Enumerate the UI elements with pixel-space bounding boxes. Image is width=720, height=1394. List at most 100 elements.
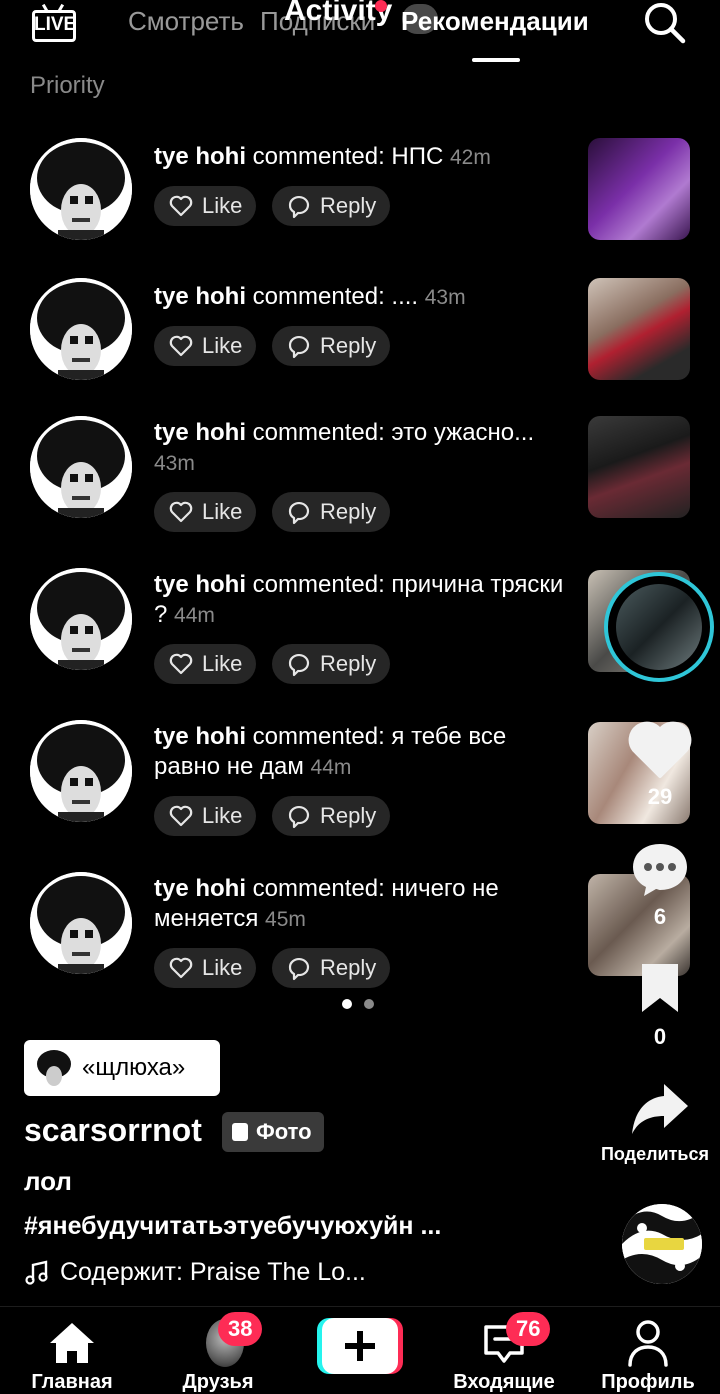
like-label: Like [202, 955, 243, 980]
heart-outline-icon [169, 501, 193, 523]
comment-text: tye hohi commented: НПС 42m [154, 142, 574, 173]
like-button[interactable]: Like [154, 186, 256, 226]
heart-outline-icon [169, 195, 193, 217]
like-button[interactable]: Like [154, 796, 256, 836]
reply-bubble-icon [288, 335, 310, 359]
photo-badge: Фото [222, 1112, 324, 1152]
comment-time: 44m [174, 604, 215, 627]
nav-profile[interactable]: Профиль [578, 1307, 718, 1393]
avatar[interactable] [30, 568, 132, 670]
music-disc[interactable] [622, 1204, 702, 1284]
inbox-badge: 76 [506, 1312, 551, 1346]
share-arrow-icon[interactable] [630, 1080, 690, 1136]
like-label: Like [202, 333, 243, 358]
tab-recommendations[interactable]: Рекомендации [401, 6, 589, 37]
heart-outline-icon [169, 653, 193, 675]
comment-username[interactable]: tye hohi [154, 143, 246, 170]
profile-icon [628, 1320, 668, 1367]
creator-avatar[interactable] [604, 572, 714, 682]
live-label: LIVE [34, 14, 77, 35]
comment-text: tye hohi commented: это ужасно... 43m [154, 418, 574, 479]
like-button[interactable]: Like [154, 492, 256, 532]
comment-text: tye hohi commented: я тебе все равно не … [154, 722, 574, 783]
reply-button[interactable]: Reply [272, 948, 390, 988]
nav-inbox-label: Входящие [453, 1371, 555, 1393]
post-thumbnail[interactable] [588, 278, 690, 380]
comment-username[interactable]: tye hohi [154, 875, 246, 902]
comment-text: tye hohi commented: ничего не меняется 4… [154, 874, 574, 935]
reply-label: Reply [320, 193, 377, 218]
saves-count: 0 [653, 1024, 667, 1049]
avatar[interactable] [30, 278, 132, 380]
post-hashtags[interactable]: #янебудучитатьэтуебучуюхуйн ... [24, 1212, 441, 1241]
music-note-icon [25, 1259, 48, 1285]
heart-outline-icon [169, 805, 193, 827]
like-button[interactable]: Like [154, 326, 256, 366]
reply-label: Reply [320, 955, 377, 980]
reply-button[interactable]: Reply [272, 644, 390, 684]
nav-home-label: Главная [31, 1371, 113, 1393]
pager-dot[interactable] [364, 999, 374, 1009]
pager-dot-active[interactable] [342, 999, 352, 1009]
like-button[interactable]: Like [154, 948, 256, 988]
sound-sticker[interactable]: «щлюха» [24, 1040, 220, 1096]
avatar[interactable] [30, 416, 132, 518]
avatar[interactable] [30, 720, 132, 822]
reply-button[interactable]: Reply [272, 796, 390, 836]
comment-body: commented: .... [246, 283, 425, 310]
nav-profile-label: Профиль [601, 1371, 695, 1393]
live-icon[interactable]: LIVE [32, 3, 80, 44]
create-post-button[interactable] [317, 1318, 403, 1374]
comment-username[interactable]: tye hohi [154, 419, 246, 446]
reply-bubble-icon [288, 501, 310, 525]
heart-outline-icon [169, 957, 193, 979]
music-title: Содержит: Praise The Lo... [60, 1258, 366, 1286]
active-tab-indicator [472, 58, 520, 62]
comment-text: tye hohi commented: .... 43m [154, 282, 574, 313]
like-label: Like [202, 803, 243, 828]
heart-outline-icon [169, 335, 193, 357]
reply-label: Reply [320, 499, 377, 524]
post-thumbnail[interactable] [588, 138, 690, 240]
reply-bubble-icon [288, 957, 310, 981]
reply-bubble-icon [288, 653, 310, 677]
reply-label: Reply [320, 803, 377, 828]
reply-button[interactable]: Reply [272, 326, 390, 366]
author-username[interactable]: scarsorrnot [24, 1112, 202, 1149]
activity-notification-dot [375, 0, 387, 12]
photo-badge-label: Фото [256, 1119, 312, 1144]
comment-bubble-icon[interactable] [630, 840, 690, 898]
reply-label: Reply [320, 333, 377, 358]
comment-username[interactable]: tye hohi [154, 283, 246, 310]
comment-time: 42m [450, 146, 491, 169]
comment-username[interactable]: tye hohi [154, 723, 246, 750]
reply-button[interactable]: Reply [272, 492, 390, 532]
section-title: Priority [30, 72, 105, 99]
bookmark-icon[interactable] [638, 962, 682, 1014]
reply-bubble-icon [288, 195, 310, 219]
heart-icon[interactable] [628, 720, 692, 780]
comment-username[interactable]: tye hohi [154, 571, 246, 598]
like-label: Like [202, 651, 243, 676]
friends-badge: 38 [218, 1312, 263, 1346]
like-button[interactable]: Like [154, 644, 256, 684]
nav-home[interactable]: Главная [2, 1307, 142, 1393]
post-thumbnail[interactable] [588, 416, 690, 518]
comment-body: commented: НПС [246, 143, 450, 170]
post-caption: лол [24, 1166, 72, 1196]
search-icon[interactable] [642, 0, 688, 46]
reply-label: Reply [320, 651, 377, 676]
reply-button[interactable]: Reply [272, 186, 390, 226]
tab-watch[interactable]: Смотреть [128, 6, 244, 37]
nav-inbox[interactable]: Входящие [434, 1307, 574, 1393]
sticker-avatar [34, 1048, 74, 1088]
comment-text: tye hohi commented: причина тряски ? 44m [154, 570, 574, 631]
avatar[interactable] [30, 138, 132, 240]
music-line[interactable]: Содержит: Praise The Lo... [24, 1258, 366, 1287]
sound-sticker-label: «щлюха» [82, 1054, 186, 1081]
comment-time: 45m [265, 908, 306, 931]
likes-count: 29 [647, 784, 673, 809]
comment-body: commented: это ужасно... [246, 419, 535, 446]
comments-count: 6 [653, 904, 667, 929]
avatar[interactable] [30, 872, 132, 974]
